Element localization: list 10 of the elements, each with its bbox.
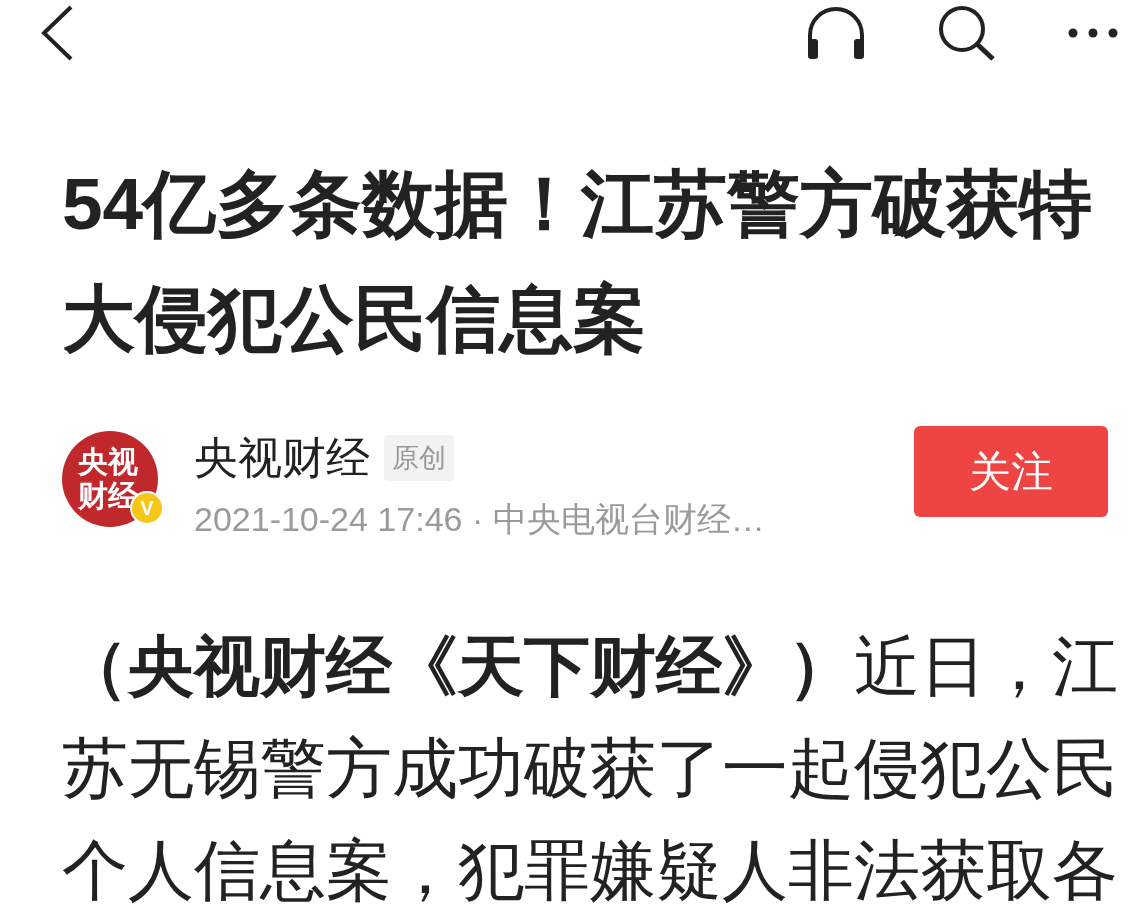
headphones-icon[interactable]: [805, 5, 867, 61]
post-meta: 2021-10-24 17:46 · 中央电视台财经…: [194, 499, 765, 540]
follow-button[interactable]: 关注: [914, 426, 1108, 517]
search-icon[interactable]: [937, 4, 997, 62]
article-paragraph: （央视财经《天下财经》）近日，江苏无锡警方成功破获了一起侵犯公民个人信息案，犯罪嫌疑人非法获取各: [62, 628, 1119, 905]
back-icon[interactable]: [40, 4, 74, 62]
original-tag: 原创: [384, 434, 454, 482]
author-name[interactable]: 央视财经: [194, 425, 370, 491]
article-title: 54亿多条数据！江苏警方破获特大侵犯公民信息案: [62, 162, 1094, 361]
more-icon[interactable]: [1067, 27, 1119, 39]
